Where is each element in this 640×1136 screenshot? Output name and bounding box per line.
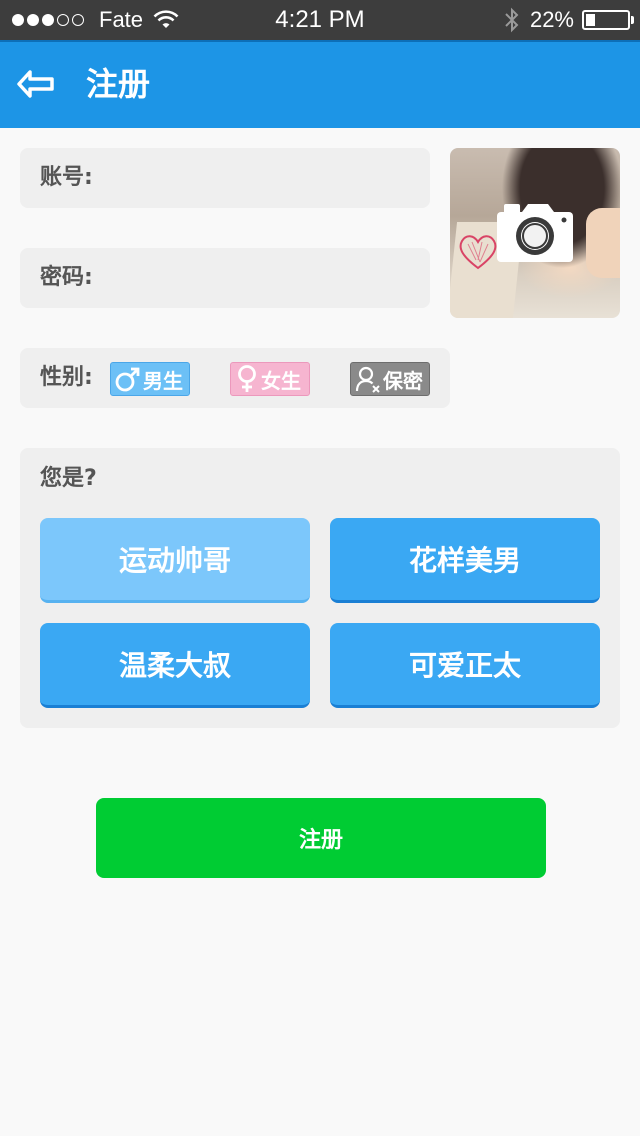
person-secret-icon [355, 366, 380, 393]
type-button-pretty-boy[interactable]: 花样美男 [330, 518, 600, 603]
battery-percent: 22% [529, 7, 574, 32]
gender-male-label: 男生 [143, 368, 183, 393]
type-button-label: 运动帅哥 [118, 544, 231, 577]
gender-secret-option[interactable]: 保密 [350, 362, 430, 396]
female-symbol-icon [238, 365, 256, 392]
avatar-upload[interactable] [450, 148, 620, 318]
type-button-gentle-uncle[interactable]: 温柔大叔 [40, 623, 310, 708]
male-symbol-icon [115, 367, 140, 392]
avatar-photo-face [586, 208, 620, 278]
status-bar: Fate 4:21 PM 22% [0, 0, 640, 40]
back-button[interactable] [16, 66, 56, 106]
gender-secret-label: 保密 [383, 368, 423, 393]
password-input[interactable] [130, 258, 416, 298]
password-label: 密码: [40, 265, 93, 290]
password-field: 密码: [20, 248, 430, 308]
register-button-label: 注册 [298, 828, 343, 853]
battery-fill [586, 14, 595, 26]
gender-selector: 性别: 男生 女生 保密 [20, 348, 450, 408]
account-field: 账号: [20, 148, 430, 208]
page-title: 注册 [86, 65, 151, 103]
type-button-label: 温柔大叔 [118, 649, 231, 682]
nav-bar: 注册 [0, 40, 640, 128]
gender-male-option[interactable]: 男生 [110, 362, 190, 396]
type-button-label: 花样美男 [408, 544, 521, 577]
back-arrow-icon [17, 70, 54, 98]
type-button-cute-boy[interactable]: 可爱正太 [330, 623, 600, 708]
type-button-label: 可爱正太 [408, 649, 521, 682]
register-button[interactable]: 注册 [96, 798, 546, 878]
account-input[interactable] [130, 158, 416, 198]
heart-drawing-icon [459, 235, 497, 270]
gender-female-option[interactable]: 女生 [230, 362, 310, 396]
battery-icon [582, 10, 634, 30]
account-label: 账号: [40, 165, 93, 190]
camera-icon [497, 204, 573, 262]
bluetooth-icon [505, 7, 519, 33]
gender-female-label: 女生 [261, 368, 301, 393]
type-button-sporty[interactable]: 运动帅哥 [40, 518, 310, 603]
gender-label: 性别: [40, 365, 93, 390]
status-right: 22% [504, 7, 634, 33]
identity-question: 您是? [40, 466, 97, 491]
identity-panel: 您是? 运动帅哥 花样美男 温柔大叔 可爱正太 [20, 448, 620, 728]
